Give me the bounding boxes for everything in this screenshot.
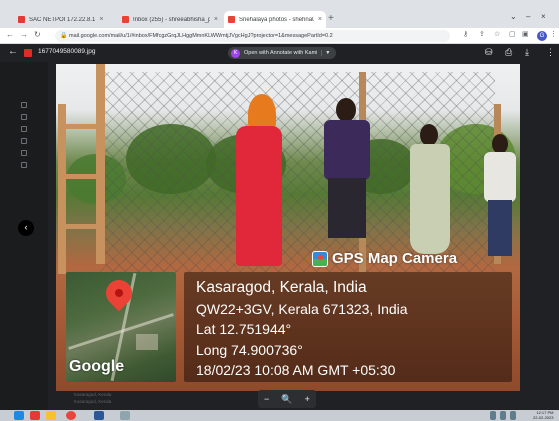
reload-icon[interactable]: ↻ bbox=[34, 30, 41, 39]
add-to-drive-icon[interactable]: ⛁ bbox=[485, 47, 493, 58]
app-icon[interactable] bbox=[30, 411, 40, 420]
sidepanel-icon[interactable]: ▣ bbox=[522, 30, 529, 38]
zoom-controls: − 🔍 + bbox=[258, 390, 316, 408]
back-icon[interactable]: ← bbox=[6, 30, 14, 39]
image-file-icon bbox=[24, 49, 32, 57]
app-icon[interactable] bbox=[120, 411, 130, 420]
tray-icon[interactable] bbox=[490, 411, 496, 420]
toolbar-icon bbox=[21, 126, 27, 132]
open-with-button[interactable]: K Open with Annotate with Kami ▼ bbox=[228, 47, 337, 59]
toolbar-icon bbox=[21, 150, 27, 156]
tab-sac-netpoi[interactable]: SAC NETPOI 172.22.8.1 × bbox=[14, 11, 114, 28]
download-icon[interactable]: ⤓ bbox=[525, 47, 529, 58]
address-bar[interactable]: 🔒 mail.google.com/mail/u/1/#inbox/FMfcgz… bbox=[55, 30, 450, 42]
person-checked-shirt bbox=[318, 98, 378, 258]
google-logo: Google bbox=[69, 358, 125, 375]
windows-taskbar: 12:17 PM 22-02-2023 bbox=[0, 410, 559, 421]
toolbar-icon bbox=[21, 102, 27, 108]
close-icon[interactable]: × bbox=[99, 16, 103, 23]
lock-icon: 🔒 bbox=[60, 33, 68, 39]
tab-snehalaya-photos[interactable]: Snehalaya photos - shehna09@g × bbox=[224, 11, 326, 28]
chevron-down-icon[interactable]: ▼ bbox=[321, 50, 330, 56]
toolbar-icon bbox=[21, 114, 27, 120]
file-explorer-icon[interactable] bbox=[46, 411, 56, 420]
star-icon[interactable]: ☆ bbox=[494, 30, 500, 38]
wooden-post bbox=[58, 104, 66, 274]
person-white-shirt bbox=[482, 134, 518, 264]
start-icon[interactable] bbox=[14, 411, 24, 420]
more-options-icon[interactable]: ⋮ bbox=[546, 47, 555, 58]
previous-image-button[interactable]: ‹ bbox=[18, 220, 34, 236]
chrome-icon[interactable] bbox=[66, 411, 76, 420]
background-caption: Kasaragod, Kerala bbox=[74, 392, 112, 397]
tab-title: SAC NETPOI 172.22.8.1 bbox=[29, 16, 96, 23]
wooden-rail bbox=[58, 124, 104, 129]
zoom-in-button[interactable]: + bbox=[305, 394, 310, 404]
key-icon[interactable]: ⚷ bbox=[463, 30, 468, 38]
minimize-icon[interactable]: – bbox=[526, 12, 530, 21]
gps-map-camera-logo-icon bbox=[312, 250, 328, 267]
map-building bbox=[136, 334, 158, 350]
menu-icon[interactable]: ⋮ bbox=[550, 30, 557, 38]
gmail-icon bbox=[228, 16, 235, 23]
tab-inbox[interactable]: Inbox (255) - shreeabhisha_ponam × bbox=[118, 11, 222, 28]
location-name: Kasaragod, Kerala, India bbox=[196, 279, 367, 296]
clock-date: 22-02-2023 bbox=[533, 414, 554, 420]
longitude: Long 74.900736° bbox=[196, 341, 303, 358]
person-green-dress bbox=[406, 124, 454, 264]
tab-title: Inbox (255) - shreeabhisha_ponam bbox=[133, 16, 210, 23]
tray-icon[interactable] bbox=[500, 411, 506, 420]
print-icon[interactable]: ⎙ bbox=[505, 47, 512, 58]
new-tab-button[interactable]: + bbox=[328, 13, 334, 24]
toolbar-icon bbox=[21, 138, 27, 144]
extensions-icon[interactable]: ▢ bbox=[509, 30, 516, 38]
gps-map-camera-header: GPS Map Camera bbox=[312, 250, 457, 267]
file-name: 1677049580089.jpg bbox=[38, 48, 96, 55]
gmail-sidebar-dimmed bbox=[0, 62, 48, 410]
gps-header-text: GPS Map Camera bbox=[332, 250, 458, 267]
latitude: Lat 12.751944° bbox=[196, 321, 292, 337]
tab-title: Snehalaya photos - shehna09@g bbox=[239, 16, 314, 23]
map-thumbnail: Google bbox=[66, 272, 176, 382]
gps-info-box: Kasaragod, Kerala, India QW22+3GV, Keral… bbox=[184, 272, 512, 382]
back-arrow-icon[interactable]: ← bbox=[8, 46, 18, 57]
forward-icon[interactable]: → bbox=[20, 30, 28, 39]
timestamp: 18/02/23 10:08 AM GMT +05:30 bbox=[196, 362, 396, 378]
wooden-rail bbox=[58, 224, 104, 229]
map-pin-center bbox=[115, 289, 123, 297]
person-orange-dress bbox=[228, 94, 298, 266]
gmail-icon bbox=[122, 16, 129, 23]
tray-icon[interactable] bbox=[510, 411, 516, 420]
close-icon[interactable]: × bbox=[318, 16, 322, 23]
kami-icon: K bbox=[231, 48, 240, 58]
share-icon[interactable]: ⇪ bbox=[479, 30, 485, 38]
taskbar-clock[interactable]: 12:17 PM 22-02-2023 bbox=[533, 410, 554, 420]
browser-toolbar: ← → ↻ 🔒 mail.google.com/mail/u/1/#inbox/… bbox=[0, 28, 559, 44]
viewer-top-bar: ← 1677049580089.jpg K Open with Annotate… bbox=[0, 44, 559, 62]
chevron-down-icon[interactable]: ⌄ bbox=[510, 12, 517, 21]
zoom-reset-icon[interactable]: 🔍 bbox=[281, 394, 292, 405]
gps-photo: GPS Map Camera Google Kasaragod, Kerala,… bbox=[56, 64, 520, 391]
profile-avatar[interactable]: G bbox=[537, 31, 547, 41]
browser-tab-strip: SAC NETPOI 172.22.8.1 × Inbox (255) - sh… bbox=[0, 0, 559, 28]
open-with-label: Open with Annotate with Kami bbox=[244, 50, 318, 56]
wooden-post bbox=[96, 64, 105, 264]
address-text: mail.google.com/mail/u/1/#inbox/FMfcgzGr… bbox=[69, 33, 333, 39]
word-icon[interactable] bbox=[94, 411, 104, 420]
background-caption: Kasaragod, Kerala bbox=[74, 399, 112, 404]
close-icon[interactable]: × bbox=[214, 16, 218, 23]
plus-code-address: QW22+3GV, Kerala 671323, India bbox=[196, 300, 408, 317]
image-viewer: ← 1677049580089.jpg K Open with Annotate… bbox=[0, 44, 559, 410]
close-window-icon[interactable]: × bbox=[541, 12, 546, 21]
tab-favicon bbox=[18, 16, 25, 23]
wooden-rail bbox=[58, 174, 104, 179]
zoom-out-button[interactable]: − bbox=[264, 394, 269, 404]
toolbar-icon bbox=[21, 162, 27, 168]
